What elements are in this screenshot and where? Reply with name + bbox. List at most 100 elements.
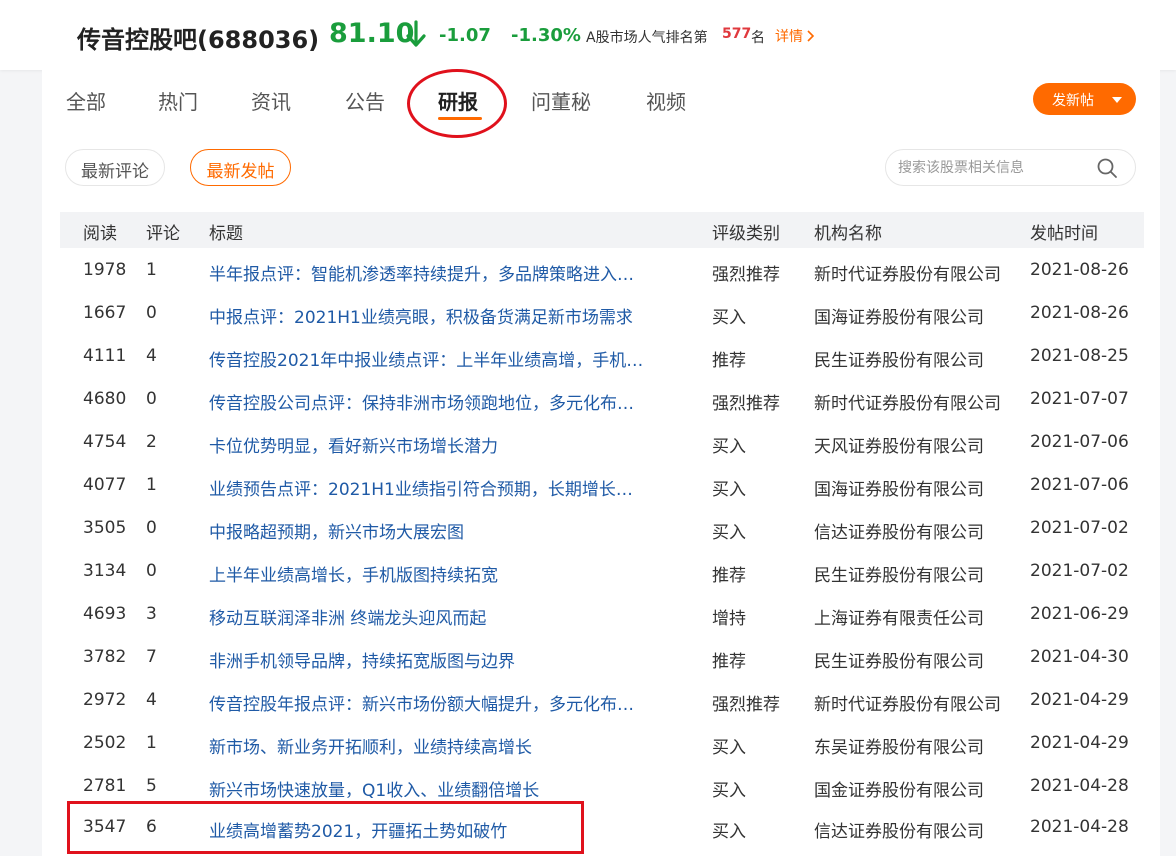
table-row: 4754 2 卡位优势明显，看好新兴市场增长潜力 买入 天风证券股份有限公司 2… xyxy=(60,420,1144,463)
read-count: 3134 xyxy=(83,561,127,581)
report-title-link[interactable]: 中报点评：2021H1业绩亮眼，积极备货满足新市场需求 xyxy=(209,303,689,328)
rating-category: 买入 xyxy=(712,822,746,842)
col-header-read: 阅读 xyxy=(83,224,117,244)
report-title-link[interactable]: 传音控股2021年中报业绩点评：上半年业绩高增，手机… xyxy=(209,346,689,371)
filter-latest-comments-label: 最新评论 xyxy=(81,162,149,182)
col-header-rating: 评级类别 xyxy=(712,224,780,244)
table-row: 1978 1 半年报点评：智能机渗透率持续提升，多品牌策略进入… 强烈推荐 新时… xyxy=(60,248,1144,291)
institution-name: 民生证券股份有限公司 xyxy=(814,652,984,672)
report-title-link[interactable]: 卡位优势明显，看好新兴市场增长潜力 xyxy=(209,432,689,457)
table-row: 3134 0 上半年业绩高增长，手机版图持续拓宽 推荐 民生证券股份有限公司 2… xyxy=(60,549,1144,592)
post-date: 2021-08-26 xyxy=(1030,303,1129,323)
read-count: 2502 xyxy=(83,733,127,753)
institution-name: 新时代证券股份有限公司 xyxy=(814,695,1001,715)
institution-name: 信达证券股份有限公司 xyxy=(814,523,984,543)
table-row: 4680 0 传音控股公司点评：保持非洲市场领跑地位，多元化布… 强烈推荐 新时… xyxy=(60,377,1144,420)
read-count: 3782 xyxy=(83,647,127,667)
read-count: 2972 xyxy=(83,690,127,710)
filter-latest-posts-label: 最新发帖 xyxy=(206,162,275,182)
institution-name: 信达证券股份有限公司 xyxy=(814,822,984,842)
comment-count: 3 xyxy=(146,604,157,624)
comment-count: 4 xyxy=(146,690,157,710)
caret-down-icon xyxy=(1112,97,1122,103)
post-date: 2021-04-29 xyxy=(1030,690,1129,710)
institution-name: 东吴证券股份有限公司 xyxy=(814,738,984,758)
col-header-title: 标题 xyxy=(209,224,243,244)
comment-count: 0 xyxy=(146,518,157,538)
post-date: 2021-04-30 xyxy=(1030,647,1129,667)
search-input[interactable] xyxy=(898,158,1088,178)
rating-category: 买入 xyxy=(712,437,746,457)
report-title-link[interactable]: 传音控股公司点评：保持非洲市场领跑地位，多元化布… xyxy=(209,389,689,414)
tab-announcements[interactable]: 公告 xyxy=(345,86,385,115)
tab-news[interactable]: 资讯 xyxy=(251,86,291,115)
read-count: 1667 xyxy=(83,303,127,323)
tab-all[interactable]: 全部 xyxy=(66,86,106,115)
rating-category: 强烈推荐 xyxy=(712,265,780,285)
tab-videos[interactable]: 视频 xyxy=(646,86,686,115)
report-title-link[interactable]: 中报略超预期，新兴市场大展宏图 xyxy=(209,518,689,543)
comment-count: 7 xyxy=(146,647,157,667)
table-row: 2972 4 传音控股年报点评：新兴市场份额大幅提升，多元化布… 强烈推荐 新时… xyxy=(60,678,1144,721)
rating-category: 买入 xyxy=(712,480,746,500)
institution-name: 上海证券有限责任公司 xyxy=(814,609,984,629)
new-post-label: 发新帖 xyxy=(1052,93,1094,109)
popularity-rank-unit: 名 xyxy=(751,30,765,46)
stock-header: 传音控股吧(688036) 81.10 -1.07 -1.30% A股市场人气排… xyxy=(0,0,1176,70)
price-change: -1.07 xyxy=(439,25,491,46)
rating-category: 强烈推荐 xyxy=(712,695,780,715)
rating-category: 强烈推荐 xyxy=(712,394,780,414)
report-title-link[interactable]: 移动互联润泽非洲 终端龙头迎风而起 xyxy=(209,604,689,629)
read-count: 2781 xyxy=(83,776,127,796)
institution-name: 天风证券股份有限公司 xyxy=(814,437,984,457)
search-icon[interactable] xyxy=(1096,157,1118,179)
filter-latest-posts[interactable]: 最新发帖 xyxy=(190,149,291,186)
red-box-annotation xyxy=(67,801,584,854)
table-row: 4111 4 传音控股2021年中报业绩点评：上半年业绩高增，手机… 推荐 民生… xyxy=(60,334,1144,377)
institution-name: 民生证券股份有限公司 xyxy=(814,566,984,586)
report-title-link[interactable]: 新兴市场快速放量，Q1收入、业绩翻倍增长 xyxy=(209,776,689,801)
new-post-button[interactable]: 发新帖 xyxy=(1033,83,1136,115)
comment-count: 1 xyxy=(146,475,157,495)
details-link[interactable]: 详情 xyxy=(775,26,815,46)
report-title-link[interactable]: 新市场、新业务开拓顺利，业绩持续高增长 xyxy=(209,733,689,758)
table-row: 4077 1 业绩预告点评：2021H1业绩指引符合预期，长期增长… 买入 国海… xyxy=(60,463,1144,506)
report-title-link[interactable]: 业绩预告点评：2021H1业绩指引符合预期，长期增长… xyxy=(209,475,689,500)
post-date: 2021-07-06 xyxy=(1030,475,1129,495)
rating-category: 增持 xyxy=(712,609,746,629)
institution-name: 新时代证券股份有限公司 xyxy=(814,265,1001,285)
read-count: 4111 xyxy=(83,346,127,366)
post-date: 2021-07-02 xyxy=(1030,561,1129,581)
table-row: 3782 7 非洲手机领导品牌，持续拓宽版图与边界 推荐 民生证券股份有限公司 … xyxy=(60,635,1144,678)
report-title-link[interactable]: 上半年业绩高增长，手机版图持续拓宽 xyxy=(209,561,689,586)
price-change-percent: -1.30% xyxy=(511,25,581,46)
stock-search xyxy=(885,149,1136,186)
table-row: 3505 0 中报略超预期，新兴市场大展宏图 买入 信达证券股份有限公司 202… xyxy=(60,506,1144,549)
rating-category: 买入 xyxy=(712,738,746,758)
tab-hot[interactable]: 热门 xyxy=(158,86,198,115)
rating-category: 买入 xyxy=(712,523,746,543)
post-date: 2021-08-25 xyxy=(1030,346,1129,366)
read-count: 4680 xyxy=(83,389,127,409)
rating-category: 买入 xyxy=(712,781,746,801)
table-row: 4693 3 移动互联润泽非洲 终端龙头迎风而起 增持 上海证券有限责任公司 2… xyxy=(60,592,1144,635)
arrow-down-icon xyxy=(406,20,426,47)
details-link-label: 详情 xyxy=(775,29,803,45)
read-count: 4077 xyxy=(83,475,127,495)
comment-count: 0 xyxy=(146,389,157,409)
post-date: 2021-08-26 xyxy=(1030,260,1129,280)
report-title-link[interactable]: 非洲手机领导品牌，持续拓宽版图与边界 xyxy=(209,647,689,672)
filter-latest-comments[interactable]: 最新评论 xyxy=(65,149,165,186)
table-row: 1667 0 中报点评：2021H1业绩亮眼，积极备货满足新市场需求 买入 国海… xyxy=(60,291,1144,334)
institution-name: 国海证券股份有限公司 xyxy=(814,308,984,328)
report-title-link[interactable]: 半年报点评：智能机渗透率持续提升，多品牌策略进入… xyxy=(209,260,689,285)
post-date: 2021-07-06 xyxy=(1030,432,1129,452)
red-circle-annotation xyxy=(407,69,507,138)
tab-ask-secretary[interactable]: 问董秘 xyxy=(531,86,591,115)
report-title-link[interactable]: 传音控股年报点评：新兴市场份额大幅提升，多元化布… xyxy=(209,690,689,715)
institution-name: 新时代证券股份有限公司 xyxy=(814,394,1001,414)
table-row: 2502 1 新市场、新业务开拓顺利，业绩持续高增长 买入 东吴证券股份有限公司… xyxy=(60,721,1144,764)
popularity-rank-value: 577 xyxy=(722,26,752,42)
read-count: 3505 xyxy=(83,518,127,538)
post-date: 2021-06-29 xyxy=(1030,604,1129,624)
